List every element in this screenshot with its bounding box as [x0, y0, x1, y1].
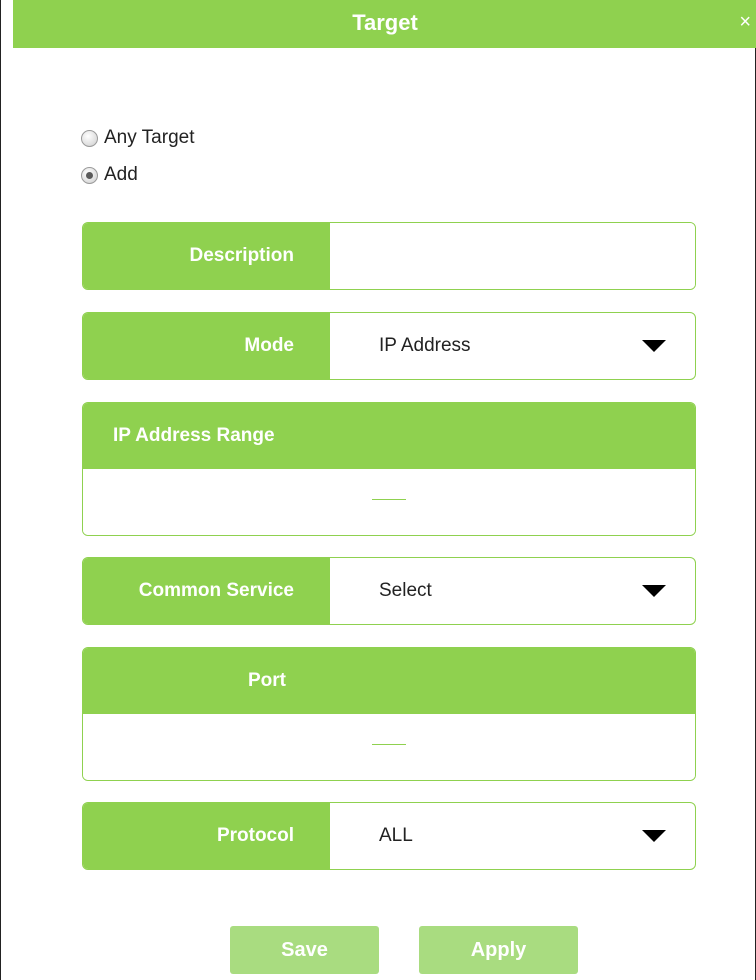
common-service-field: Common Service Select: [82, 557, 696, 625]
description-label: Description: [83, 223, 330, 289]
save-button[interactable]: Save: [230, 926, 379, 974]
common-service-select[interactable]: Select: [330, 558, 695, 624]
dialog-title: Target: [352, 10, 418, 35]
range-separator: [372, 499, 406, 500]
ip-address-range-block: IP Address Range: [82, 402, 696, 536]
description-input[interactable]: [330, 223, 695, 289]
port-separator: [372, 744, 406, 745]
description-field: Description: [82, 222, 696, 290]
radio-any-target[interactable]: Any Target: [81, 125, 194, 151]
ip-address-range-label: IP Address Range: [83, 403, 695, 469]
mode-field: Mode IP Address: [82, 312, 696, 380]
close-icon[interactable]: ×: [739, 12, 751, 32]
common-service-selected-value: Select: [379, 580, 432, 601]
protocol-label: Protocol: [83, 803, 330, 869]
common-service-label: Common Service: [83, 558, 330, 624]
dropdown-arrow-icon[interactable]: [642, 830, 666, 842]
apply-button[interactable]: Apply: [419, 926, 578, 974]
port-label: Port: [83, 648, 695, 714]
dropdown-arrow-icon[interactable]: [642, 585, 666, 597]
protocol-select[interactable]: ALL: [330, 803, 695, 869]
dropdown-arrow-icon[interactable]: [642, 340, 666, 352]
radio-add-label: Add: [104, 164, 138, 185]
radio-any-target-label: Any Target: [104, 127, 195, 148]
protocol-selected-value: ALL: [379, 825, 413, 846]
mode-label: Mode: [83, 313, 330, 379]
mode-selected-value: IP Address: [379, 335, 471, 356]
target-dialog: Target × Any Target Add Description Mode…: [0, 0, 756, 980]
protocol-field: Protocol ALL: [82, 802, 696, 870]
mode-select[interactable]: IP Address: [330, 313, 695, 379]
port-block: Port: [82, 647, 696, 781]
port-inputs[interactable]: [83, 714, 695, 780]
radio-add[interactable]: Add: [81, 162, 138, 188]
radio-checked-icon[interactable]: [81, 166, 98, 184]
radio-unchecked-icon[interactable]: [81, 129, 98, 147]
ip-address-range-inputs[interactable]: [83, 469, 695, 535]
dialog-titlebar: Target ×: [13, 0, 756, 48]
